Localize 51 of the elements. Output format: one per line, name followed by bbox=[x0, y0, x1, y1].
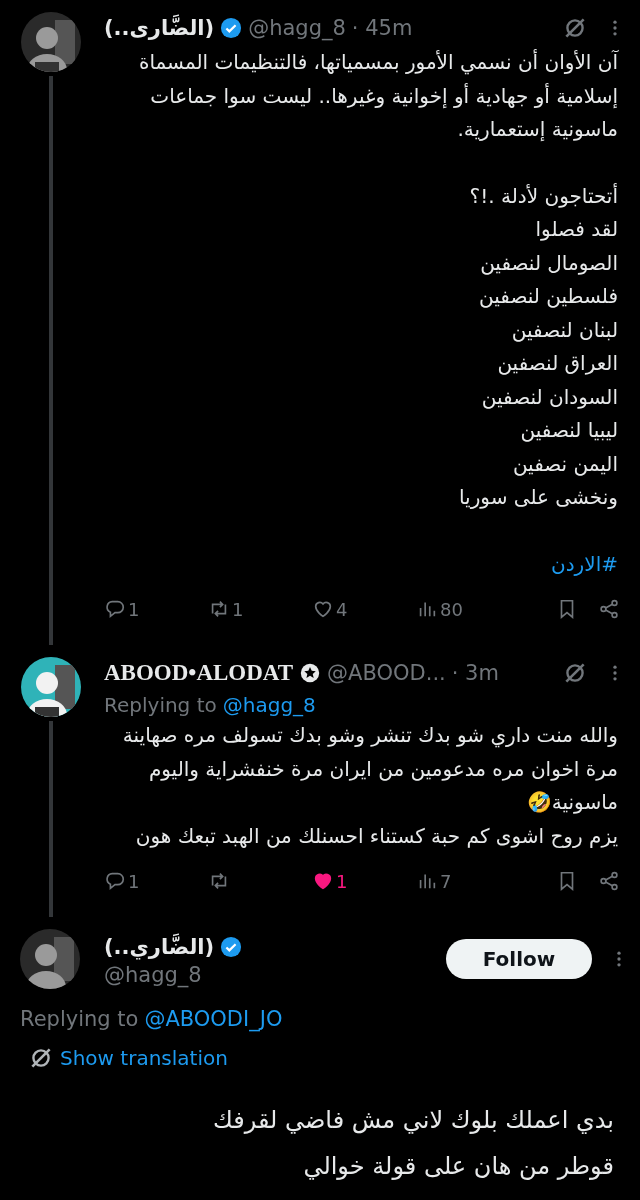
like-count: 1 bbox=[336, 870, 348, 892]
post-time: · 45m bbox=[351, 16, 413, 40]
follow-button[interactable]: Follow bbox=[446, 939, 592, 979]
user-handle[interactable]: @ABOOD... bbox=[327, 661, 446, 685]
replying-label: Replying to bbox=[104, 693, 217, 717]
user-handle[interactable]: @hagg_8 bbox=[248, 16, 346, 40]
post-text-line: إسلامية أو جهادية أو إخوانية وغيرها.. ليست سوا جماعات bbox=[149, 82, 618, 110]
verified-badge-icon bbox=[220, 936, 243, 958]
post-text-line: يزم روح اشوى كم حبة كستناء احسنلك من الهبد تبعك هون bbox=[134, 822, 618, 850]
reply-count: 1 bbox=[128, 598, 140, 620]
share-icon[interactable] bbox=[598, 870, 620, 892]
share-icon[interactable] bbox=[598, 598, 620, 620]
like-count: 4 bbox=[336, 598, 348, 620]
post-text-line: ماسونية إستعمارية. bbox=[456, 116, 618, 143]
view-count: 7 bbox=[440, 870, 452, 892]
post-text-line: مرة اخوان مره مدعومين من ايران مرة خنفشراية واليوم bbox=[147, 755, 618, 783]
post-time: · 3m bbox=[451, 661, 499, 685]
reply-icon[interactable] bbox=[104, 870, 126, 892]
star-badge-icon bbox=[299, 662, 322, 684]
more-icon[interactable] bbox=[616, 949, 622, 969]
post-text-line: ونخشى على سوريا bbox=[458, 484, 618, 511]
display-name: ABOOD•ALODAT bbox=[104, 660, 294, 686]
post-text-line: أتحتاجون لأدلة .!؟ bbox=[468, 182, 618, 210]
post-text-line: اليمن نصفين bbox=[511, 450, 618, 478]
post-text-line: آن الأوان أن نسمي الأمور بمسمياتها، فالتنظيمات المسماة bbox=[137, 48, 618, 77]
reply-count: 1 bbox=[128, 870, 140, 892]
post-text-line: لبنان لنصفين bbox=[510, 316, 618, 344]
post-text-line: الصومال لنصفين bbox=[479, 249, 618, 277]
user-handle[interactable]: @hagg_8 bbox=[104, 963, 422, 987]
more-icon[interactable] bbox=[612, 663, 618, 683]
post-text-line: ماسونية🤣 bbox=[525, 789, 618, 816]
view-count: 80 bbox=[440, 598, 463, 620]
show-translation-link[interactable]: Show translation bbox=[60, 1046, 228, 1070]
reply-icon[interactable] bbox=[104, 598, 126, 620]
post-text-line: السودان لنصفين bbox=[480, 383, 618, 411]
post-text-line: لقد فصلوا bbox=[534, 216, 618, 243]
display-name: (الضَّاري..) bbox=[104, 935, 215, 959]
mention-link[interactable]: @hagg_8 bbox=[222, 693, 316, 717]
post-text-line: فلسطين لنصفين bbox=[478, 283, 618, 310]
repost-count: 1 bbox=[232, 598, 244, 620]
verified-badge-icon bbox=[220, 17, 243, 39]
replying-label: Replying to bbox=[20, 1007, 139, 1031]
hashtag-link[interactable]: #الاردن bbox=[551, 547, 618, 581]
post-text-line: والله منت داري شو بدك تنشر وشو بدك تسولف مره صهاينة bbox=[121, 722, 618, 750]
post-text-line: قوطر من هان على قولة خوالي bbox=[302, 1151, 614, 1182]
post-text-line: بدي اعملك بلوك لاني مش فاضي لقرفك bbox=[211, 1105, 614, 1136]
post-text-line: العراق لنصفين bbox=[496, 350, 618, 377]
display-name: (الضَّارى..) bbox=[104, 16, 215, 40]
more-icon[interactable] bbox=[612, 18, 618, 38]
mention-link[interactable]: @ABOODI_JO bbox=[144, 1007, 283, 1031]
post-text-line: ليبيا لنصفين bbox=[519, 417, 618, 444]
